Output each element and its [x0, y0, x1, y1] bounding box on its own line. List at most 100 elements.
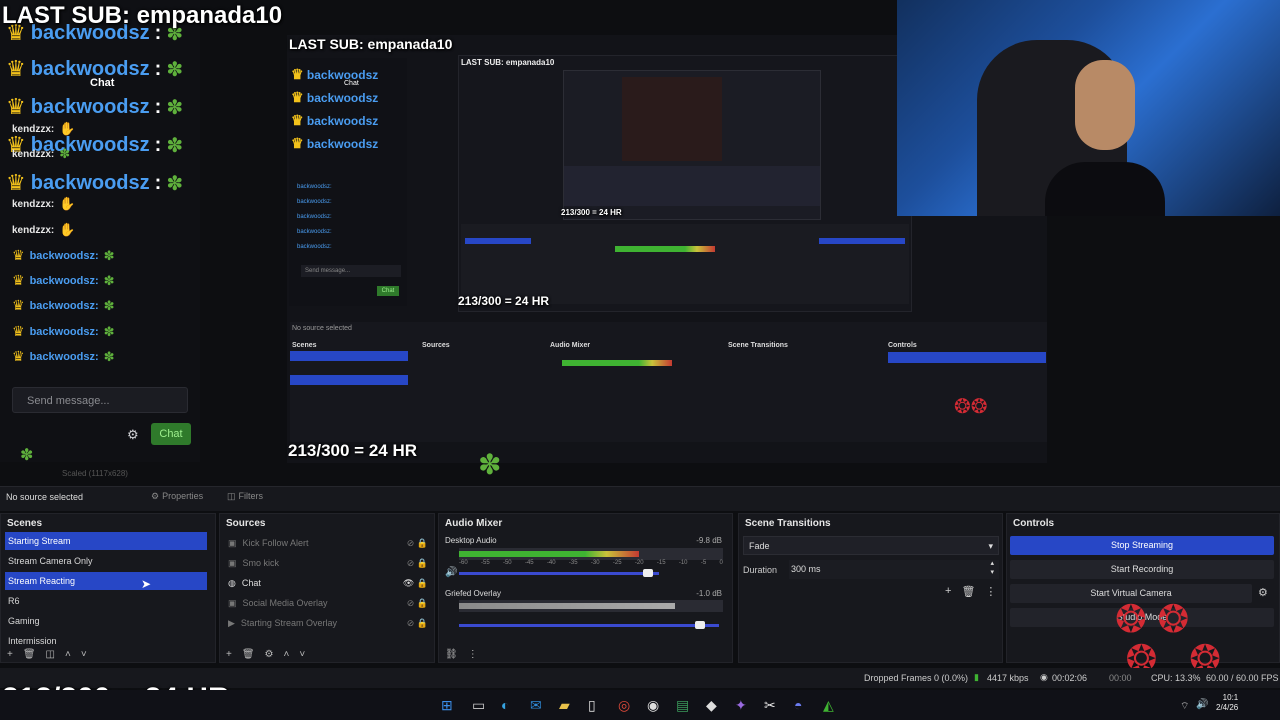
nested-transitions-title: Scene Transitions — [728, 342, 788, 349]
filter-icon[interactable]: ◫ — [46, 649, 55, 660]
leaf-emote-icon: ✽ — [478, 449, 502, 480]
chevron-up-icon[interactable]: ˄ — [65, 649, 71, 660]
chat-panel: ♛ backwoodsz : ✽ ♛ backwoodsz : ✽ Chat ♛… — [0, 0, 200, 464]
crown-icon: ♛ — [6, 56, 26, 81]
trash-icon[interactable]: 🗑 — [242, 649, 255, 660]
crown-icon: ♛ — [12, 297, 25, 313]
chat-send-button[interactable]: Chat — [151, 423, 191, 445]
leaf-emote-icon: ✽ — [166, 134, 184, 157]
nested-stop-button — [888, 352, 1046, 363]
source-item[interactable]: ▣ Smo kick ⊘ 🔒 — [228, 554, 428, 572]
slider-handle[interactable] — [643, 569, 653, 577]
source-item[interactable]: ▣ Social Media Overlay ⊘ 🔒 — [228, 594, 428, 612]
store-icon[interactable]: ▤ — [676, 697, 689, 714]
live-time: 00:02:06 — [1052, 673, 1088, 683]
discord-icon[interactable]: ◓ — [794, 697, 802, 713]
edge-icon[interactable]: ◐ — [501, 697, 509, 713]
scene-item[interactable]: Gaming — [5, 612, 207, 630]
source-item[interactable]: ▶ Starting Stream Overlay ⊘ 🔒 — [228, 614, 428, 632]
windows-start-icon[interactable]: ⊞ — [441, 697, 453, 714]
scene-item[interactable]: Stream Camera Only — [5, 552, 207, 570]
add-icon[interactable]: + — [7, 649, 13, 660]
add-icon[interactable]: + — [945, 585, 951, 598]
clock[interactable]: 10:1 2/4/26 — [1216, 693, 1238, 713]
task-view-icon[interactable]: ▭ — [472, 697, 485, 714]
notepad-icon[interactable]: ▯ — [588, 697, 596, 714]
trash-icon[interactable]: 🗑 — [23, 649, 36, 660]
gear-icon[interactable]: ⚙ — [127, 427, 139, 443]
nested-scene-sel — [465, 238, 531, 244]
chat-message: ♛ backwoodsz: ✽ — [12, 247, 115, 263]
chevron-down-icon[interactable]: ˅ — [299, 649, 305, 660]
leaf-emote-icon: ✽ — [59, 146, 71, 161]
chevron-up-icon[interactable]: ˄ — [284, 649, 290, 660]
nested-no-source: No source selected — [292, 325, 352, 332]
play-icon: ▶ — [228, 618, 235, 628]
hidden-eye-icon[interactable]: ⊘ 🔒 — [407, 534, 428, 552]
leaf-emote-icon: ✽ — [166, 172, 184, 195]
crown-icon: ♛ — [12, 272, 25, 288]
source-item[interactable]: ▣ Kick Follow Alert ⊘ 🔒 — [228, 534, 428, 552]
scene-item[interactable]: R6 — [5, 592, 207, 610]
leaf-emote-icon: ✽ — [103, 323, 115, 339]
scene-item[interactable]: Intermission — [5, 632, 207, 650]
desktop-audio-slider[interactable] — [459, 569, 659, 577]
menu-dots-icon[interactable]: ⋮ — [468, 649, 478, 660]
browser-icon: ◍ — [228, 578, 236, 588]
spin-arrows-icon[interactable]: ▴ ▾ — [990, 559, 994, 577]
trash-icon[interactable]: 🗑 — [961, 585, 975, 598]
link-icon[interactable]: ⛓ — [445, 649, 458, 660]
speaker-icon[interactable]: 🔊 — [445, 567, 457, 578]
scenes-dock: Scenes Starting Stream Stream Camera Onl… — [0, 513, 216, 663]
nested-obs-panel — [461, 224, 909, 304]
wifi-icon[interactable]: ⌔ — [1180, 700, 1189, 713]
nested-chat-user: ♛ backwoodsz — [291, 135, 379, 151]
chat-message: ♛ backwoodsz: ✽ — [12, 348, 115, 364]
app-icon-2[interactable]: ✦ — [735, 697, 747, 714]
nested-last-sub: LAST SUB: empanada10 — [289, 36, 453, 52]
nvidia-icon[interactable]: ◭ — [823, 697, 834, 714]
obs-icon[interactable]: ◉ — [647, 697, 659, 714]
outlook-icon[interactable]: ✉ — [530, 697, 542, 714]
hand-emote-icon: ✋ — [59, 222, 76, 237]
properties-button[interactable]: ⚙ Properties — [151, 491, 203, 502]
filters-button[interactable]: ◫ Filters — [227, 491, 263, 502]
stop-streaming-button[interactable]: Stop Streaming — [1010, 536, 1274, 555]
capcut-icon[interactable]: ✂ — [764, 697, 776, 714]
source-toolbar: No source selected ⚙ Properties ◫ Filters — [0, 486, 1280, 511]
virtual-camera-settings-gear-icon[interactable]: ⚙ — [1258, 586, 1268, 599]
transition-select[interactable]: Fade ▾ — [743, 536, 999, 555]
scene-item[interactable]: Stream Reacting — [5, 572, 207, 590]
add-icon[interactable]: + — [226, 649, 232, 660]
eye-icon[interactable]: 👁 🔒 — [403, 574, 428, 592]
volume-icon[interactable]: 🔊 — [1196, 699, 1208, 710]
gear-icon[interactable]: ⚙ — [265, 649, 274, 660]
chrome-icon[interactable]: ◎ — [618, 697, 630, 714]
hidden-eye-icon[interactable]: ⊘ 🔒 — [407, 594, 428, 612]
menu-dots-icon[interactable]: ⋮ — [985, 585, 996, 598]
griefed-overlay-slider[interactable] — [459, 621, 719, 629]
person-shirt — [1045, 162, 1165, 216]
folder-icon[interactable]: ▰ — [559, 697, 570, 714]
source-item[interactable]: ◍ Chat 👁 🔒 — [228, 574, 428, 592]
start-recording-button[interactable]: Start Recording — [1010, 560, 1274, 579]
channel-db: -1.0 dB — [696, 589, 722, 598]
chat-message: ♛ backwoodsz : ✽ — [6, 94, 184, 119]
fps: 60.00 / 60.00 FPS — [1206, 673, 1279, 683]
chat-message-input[interactable]: Send message... — [12, 387, 188, 413]
scene-item[interactable]: Starting Stream — [5, 532, 207, 550]
nested-thumb — [622, 77, 722, 161]
duration-spinbox[interactable]: 300 ms ▴ ▾ — [789, 560, 999, 579]
audio-mixer-dock: Audio Mixer Desktop Audio -9.8 dB -60 -55… — [438, 513, 733, 663]
chat-message: kendzzx: ✋ — [12, 121, 76, 136]
chevron-down-icon[interactable]: ˅ — [81, 649, 87, 660]
hidden-eye-icon[interactable]: ⊘ 🔒 — [407, 554, 428, 572]
chat-message: kendzzx: ✋ — [12, 222, 76, 237]
signal-icon: ▮ — [974, 672, 979, 682]
nested-controls-title: Controls — [888, 342, 917, 349]
app-icon[interactable]: ◆ — [706, 697, 717, 714]
slider-handle[interactable] — [695, 621, 705, 629]
leaf-emote-icon: ✽ — [103, 297, 115, 313]
hidden-eye-icon[interactable]: ⊘ 🔒 — [407, 614, 428, 632]
leaf-emote-icon: ✽ — [166, 96, 184, 119]
